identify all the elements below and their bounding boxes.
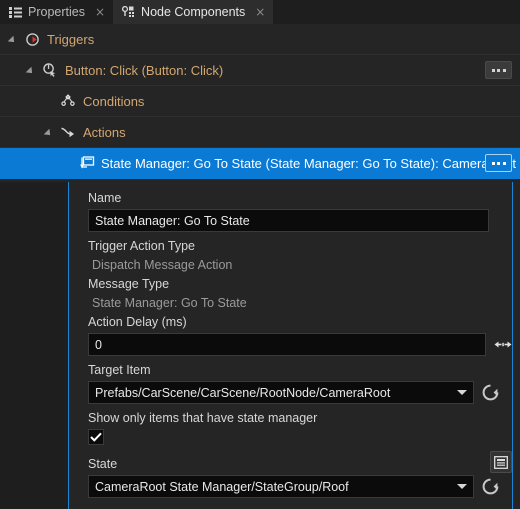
action-node-icon bbox=[77, 154, 95, 172]
tree-row-actions[interactable]: Actions bbox=[0, 117, 520, 148]
show-only-state-manager-checkbox[interactable] bbox=[88, 429, 104, 445]
list-icon bbox=[9, 6, 22, 19]
click-trigger-icon bbox=[41, 61, 59, 79]
chevron-down-icon[interactable] bbox=[451, 382, 473, 403]
field-target-item: Target Item Prefabs/CarScene/CarScene/Ro… bbox=[88, 363, 512, 404]
state-dropdown[interactable]: CameraRoot State Manager/StateGroup/Roof bbox=[88, 475, 474, 498]
field-state: State CameraRoot State Manager/StateGrou… bbox=[88, 451, 512, 498]
expand-twisty-icon[interactable] bbox=[28, 66, 37, 75]
action-delay-input[interactable]: 0 bbox=[88, 333, 486, 356]
state-label: State bbox=[88, 457, 118, 471]
tree-row-conditions-label: Conditions bbox=[83, 93, 145, 109]
target-item-reset-icon[interactable] bbox=[482, 384, 499, 401]
field-message-type: Message Type State Manager: Go To State bbox=[88, 277, 512, 311]
properties-right-border bbox=[512, 182, 513, 509]
horizontal-drag-icon[interactable] bbox=[494, 338, 512, 352]
tree-row-triggers-label: Triggers bbox=[47, 31, 95, 47]
expand-twisty-icon[interactable] bbox=[10, 35, 19, 44]
target-item-dropdown[interactable]: Prefabs/CarScene/CarScene/RootNode/Camer… bbox=[88, 381, 474, 404]
action-properties-form: Name State Manager: Go To State Trigger … bbox=[69, 182, 512, 509]
tab-bar: Properties × Node Components × bbox=[0, 0, 520, 24]
tree-row-state-manager-label: State Manager: Go To State (State Manage… bbox=[101, 155, 517, 171]
field-name: Name State Manager: Go To State bbox=[88, 191, 512, 232]
tree-row-state-manager-go-to-state[interactable]: State Manager: Go To State (State Manage… bbox=[0, 148, 520, 179]
state-picker-button[interactable] bbox=[490, 451, 512, 473]
field-show-only-state-manager: Show only items that have state manager bbox=[88, 411, 512, 445]
target-item-label: Target Item bbox=[88, 363, 151, 377]
message-type-label: Message Type bbox=[88, 277, 170, 291]
tab-node-components-label: Node Components bbox=[141, 5, 246, 19]
context-menu-button[interactable] bbox=[485, 61, 512, 79]
tab-properties-close-icon[interactable]: × bbox=[95, 6, 105, 18]
conditions-icon bbox=[59, 92, 77, 110]
tree-row-triggers[interactable]: Triggers bbox=[0, 24, 520, 55]
target-item-value: Prefabs/CarScene/CarScene/RootNode/Camer… bbox=[95, 385, 391, 400]
state-list-icon bbox=[494, 455, 508, 469]
tree-row-button-click[interactable]: Button: Click (Button: Click) bbox=[0, 55, 520, 86]
checkmark-icon bbox=[90, 432, 102, 442]
action-delay-label: Action Delay (ms) bbox=[88, 315, 187, 329]
state-reset-icon[interactable] bbox=[482, 478, 499, 495]
tab-node-components[interactable]: Node Components × bbox=[113, 0, 274, 24]
message-type-value: State Manager: Go To State bbox=[92, 296, 247, 310]
trigger-icon bbox=[23, 30, 41, 48]
expand-twisty-icon bbox=[46, 97, 55, 106]
tab-properties-label: Properties bbox=[28, 5, 85, 19]
actions-icon bbox=[59, 123, 77, 141]
trigger-action-type-label: Trigger Action Type bbox=[88, 239, 196, 253]
trigger-action-type-value: Dispatch Message Action bbox=[92, 258, 233, 272]
state-value: CameraRoot State Manager/StateGroup/Roof bbox=[95, 479, 349, 494]
tab-properties[interactable]: Properties × bbox=[0, 0, 114, 24]
name-label: Name bbox=[88, 191, 122, 205]
chevron-down-icon[interactable] bbox=[451, 476, 473, 497]
show-only-state-manager-label: Show only items that have state manager bbox=[88, 411, 318, 425]
expand-twisty-icon bbox=[64, 159, 73, 168]
properties-gutter bbox=[0, 182, 68, 509]
tree-row-actions-label: Actions bbox=[83, 124, 126, 140]
name-input[interactable]: State Manager: Go To State bbox=[88, 209, 489, 232]
tree-row-conditions[interactable]: Conditions bbox=[0, 86, 520, 117]
field-action-delay: Action Delay (ms) 0 bbox=[88, 315, 512, 356]
node-components-panel: Properties × Node Components × Triggers … bbox=[0, 0, 520, 509]
field-trigger-action-type: Trigger Action Type Dispatch Message Act… bbox=[88, 239, 512, 273]
context-menu-button[interactable] bbox=[485, 154, 512, 172]
trigger-tree: Triggers Button: Click (Button: Click) C… bbox=[0, 24, 520, 179]
node-components-icon bbox=[122, 6, 135, 19]
expand-twisty-icon[interactable] bbox=[46, 128, 55, 137]
tab-node-components-close-icon[interactable]: × bbox=[255, 6, 265, 18]
tree-row-button-click-label: Button: Click (Button: Click) bbox=[65, 62, 224, 78]
